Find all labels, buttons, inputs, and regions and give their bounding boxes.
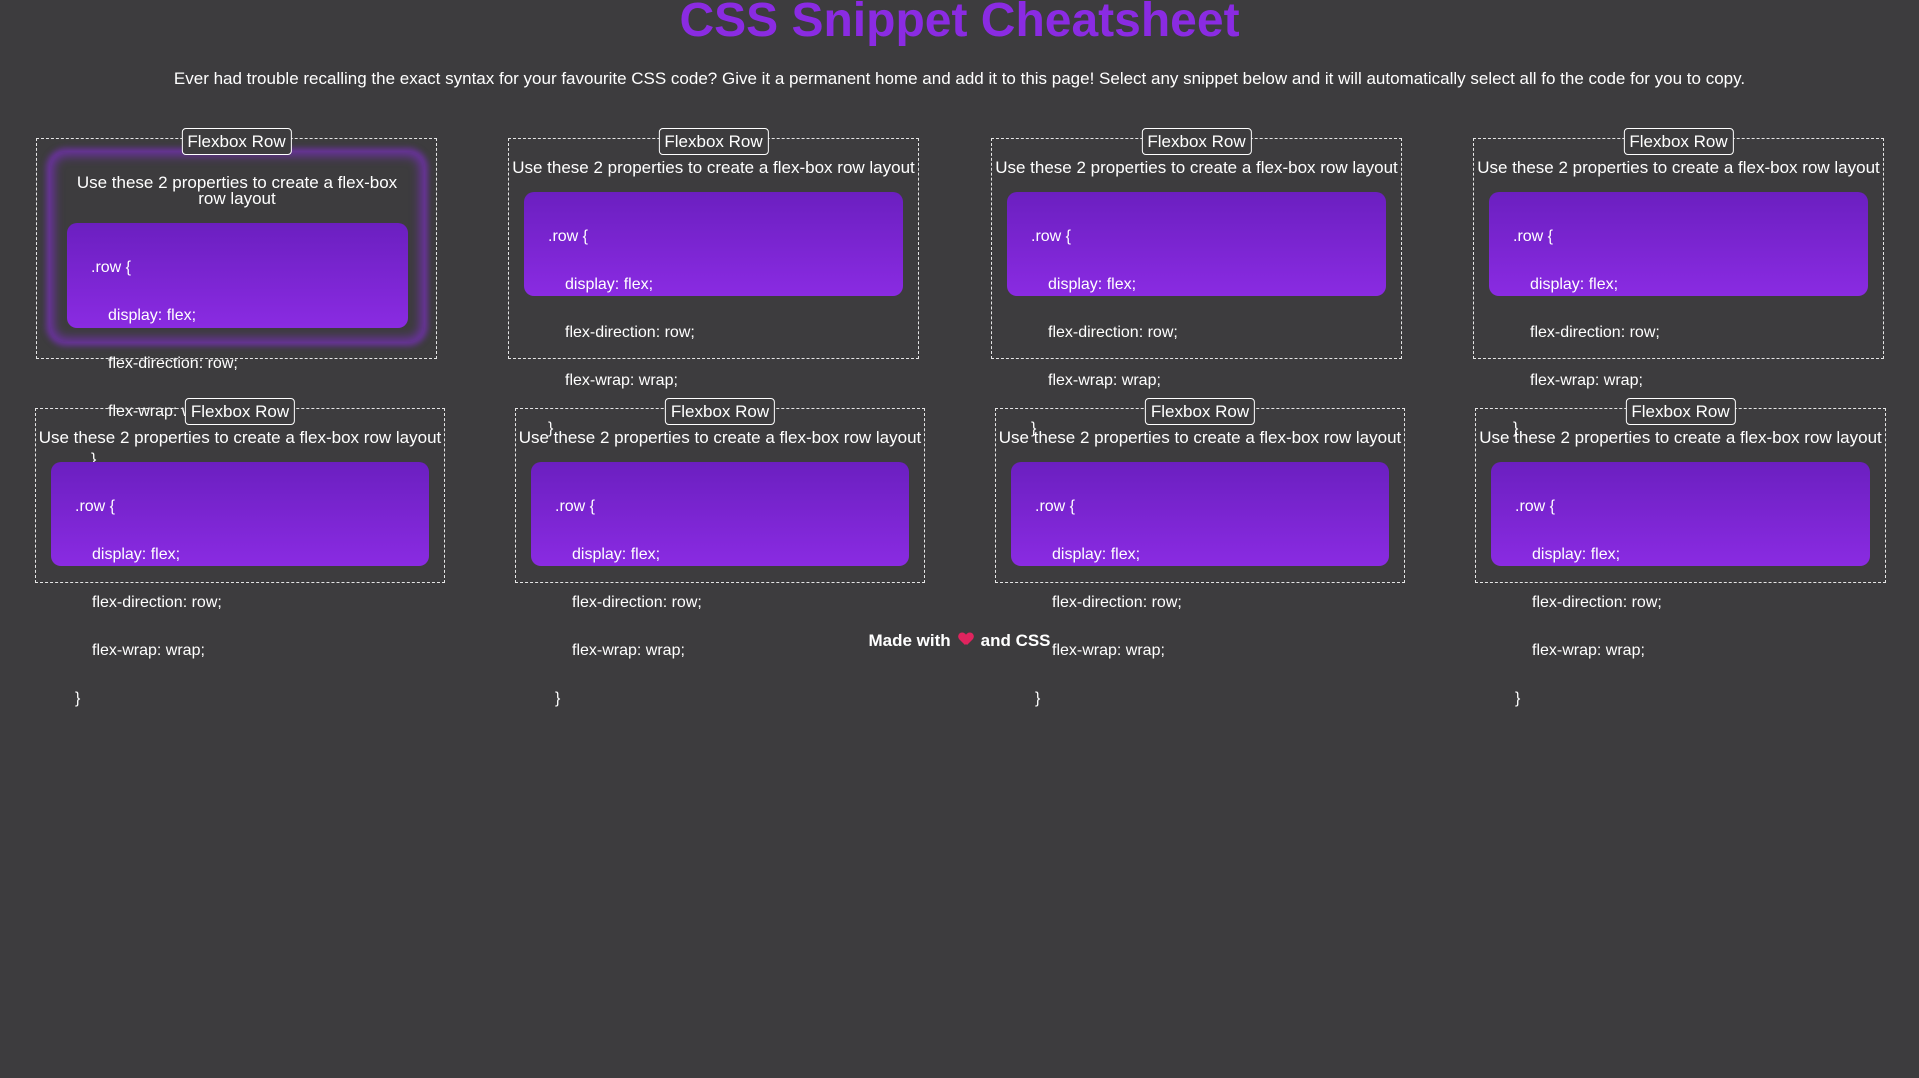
snippet-legend: Flexbox Row: [658, 128, 769, 155]
page-title: CSS Snippet Cheatsheet: [679, 0, 1240, 47]
snippet-code[interactable]: .row { display: flex; flex-direction: ro…: [67, 223, 408, 468]
code-line: .row {: [91, 259, 132, 276]
snippet-card[interactable]: Flexbox Row Use these 2 properties to cr…: [995, 398, 1405, 707]
snippet-code[interactable]: .row { display: flex; flex-direction: ro…: [531, 462, 909, 707]
code-line: display: flex;: [565, 276, 654, 293]
code-line: display: flex;: [108, 307, 197, 324]
snippet-legend: Flexbox Row: [1144, 398, 1256, 425]
snippet-code[interactable]: .row { display: flex; flex-direction: ro…: [1489, 192, 1868, 437]
code-line: flex-direction: row;: [1048, 324, 1178, 341]
snippet-code[interactable]: .row { display: flex; flex-direction: ro…: [51, 462, 429, 707]
snippet-legend: Flexbox Row: [184, 398, 296, 425]
snippet-description: Use these 2 properties to create a flex-…: [518, 428, 922, 447]
snippet-card[interactable]: Flexbox Row Use these 2 properties to cr…: [1473, 128, 1884, 437]
snippet-description: Use these 2 properties to create a flex-…: [995, 158, 1398, 177]
code-line: display: flex;: [572, 546, 661, 563]
code-line: .row {: [548, 228, 589, 245]
snippet-code[interactable]: .row { display: flex; flex-direction: ro…: [524, 192, 903, 437]
snippet-card[interactable]: Flexbox Row Use these 2 properties to cr…: [508, 128, 919, 437]
snippet-description: Use these 2 properties to create a flex-…: [38, 428, 442, 447]
snippet-legend: Flexbox Row: [1625, 398, 1736, 425]
code-line: flex-direction: row;: [565, 324, 695, 341]
code-line: .row {: [1513, 228, 1554, 245]
snippet-card[interactable]: Flexbox Row Use these 2 properties to cr…: [36, 128, 437, 468]
code-line: .row {: [1035, 498, 1076, 515]
code-line: display: flex;: [1048, 276, 1137, 293]
code-line: flex-direction: row;: [1532, 594, 1662, 611]
snippet-card[interactable]: Flexbox Row Use these 2 properties to cr…: [991, 128, 1402, 437]
snippet-legend: Flexbox Row: [1141, 128, 1252, 155]
code-line: display: flex;: [1530, 276, 1619, 293]
snippet-card[interactable]: Flexbox Row Use these 2 properties to cr…: [35, 398, 445, 707]
snippet-legend: Flexbox Row: [1623, 128, 1734, 155]
code-line: .row {: [1031, 228, 1072, 245]
page: CSS Snippet Cheatsheet Ever had trouble …: [0, 0, 1919, 1078]
code-line: }: [1515, 690, 1521, 707]
snippet-card[interactable]: Flexbox Row Use these 2 properties to cr…: [515, 398, 925, 707]
code-line: flex-wrap: wrap;: [565, 372, 678, 389]
footer: Made with and CSS: [0, 630, 1919, 652]
footer-prefix: Made with: [868, 631, 951, 650]
code-line: flex-direction: row;: [572, 594, 702, 611]
snippet-description: Use these 2 properties to create a flex-…: [76, 173, 398, 208]
code-line: }: [1035, 690, 1041, 707]
snippet-code[interactable]: .row { display: flex; flex-direction: ro…: [1011, 462, 1389, 707]
snippet-description: Use these 2 properties to create a flex-…: [998, 428, 1402, 447]
snippet-code[interactable]: .row { display: flex; flex-direction: ro…: [1491, 462, 1870, 707]
intro-text: Ever had trouble recalling the exact syn…: [173, 69, 1746, 88]
snippet-description: Use these 2 properties to create a flex-…: [512, 158, 915, 177]
snippet-code[interactable]: .row { display: flex; flex-direction: ro…: [1007, 192, 1386, 437]
snippet-legend: Flexbox Row: [664, 398, 776, 425]
code-line: flex-wrap: wrap;: [1530, 372, 1643, 389]
code-line: flex-direction: row;: [92, 594, 222, 611]
code-line: flex-direction: row;: [108, 355, 238, 372]
code-line: flex-wrap: wrap;: [1048, 372, 1161, 389]
code-line: display: flex;: [1532, 546, 1621, 563]
code-line: flex-direction: row;: [1052, 594, 1182, 611]
footer-suffix: and CSS: [980, 631, 1051, 650]
code-line: }: [75, 690, 81, 707]
code-line: .row {: [1515, 498, 1556, 515]
code-line: display: flex;: [92, 546, 181, 563]
code-line: display: flex;: [1052, 546, 1141, 563]
snippet-legend: Flexbox Row: [181, 128, 292, 155]
snippet-description: Use these 2 properties to create a flex-…: [1477, 158, 1880, 177]
code-line: .row {: [75, 498, 116, 515]
code-line: flex-direction: row;: [1530, 324, 1660, 341]
heart-icon: [959, 633, 973, 647]
snippet-card[interactable]: Flexbox Row Use these 2 properties to cr…: [1475, 398, 1886, 707]
snippet-description: Use these 2 properties to create a flex-…: [1479, 428, 1882, 447]
code-line: }: [555, 690, 561, 707]
code-line: .row {: [555, 498, 596, 515]
